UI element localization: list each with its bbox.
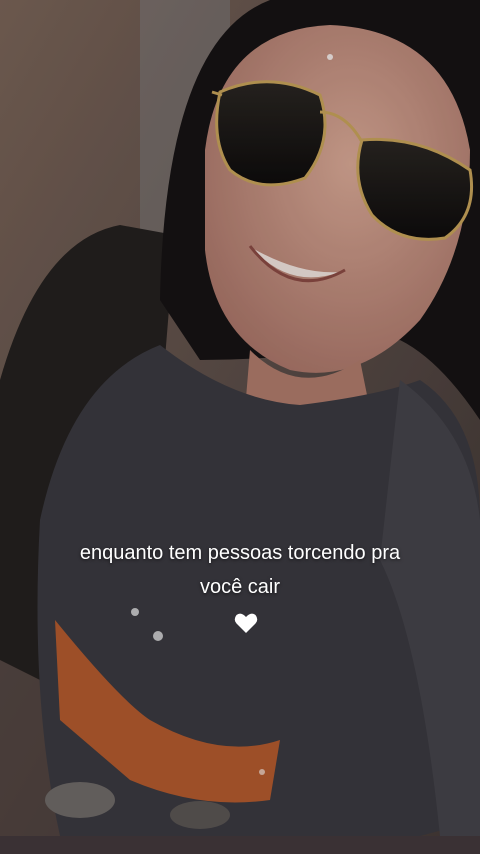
caption-line-2: você cair xyxy=(199,576,281,598)
caption-line-1: enquanto tem pessoas torcendo pra xyxy=(79,542,401,564)
photo-dim-overlay xyxy=(0,0,480,836)
story-screen[interactable]: ▔▔ enquanto tem pessoas torcendo pra voc… xyxy=(0,0,480,854)
white-heart-icon xyxy=(234,613,258,633)
status-indicator-icon: ▔▔ xyxy=(384,0,424,5)
bottom-bar xyxy=(0,836,480,854)
